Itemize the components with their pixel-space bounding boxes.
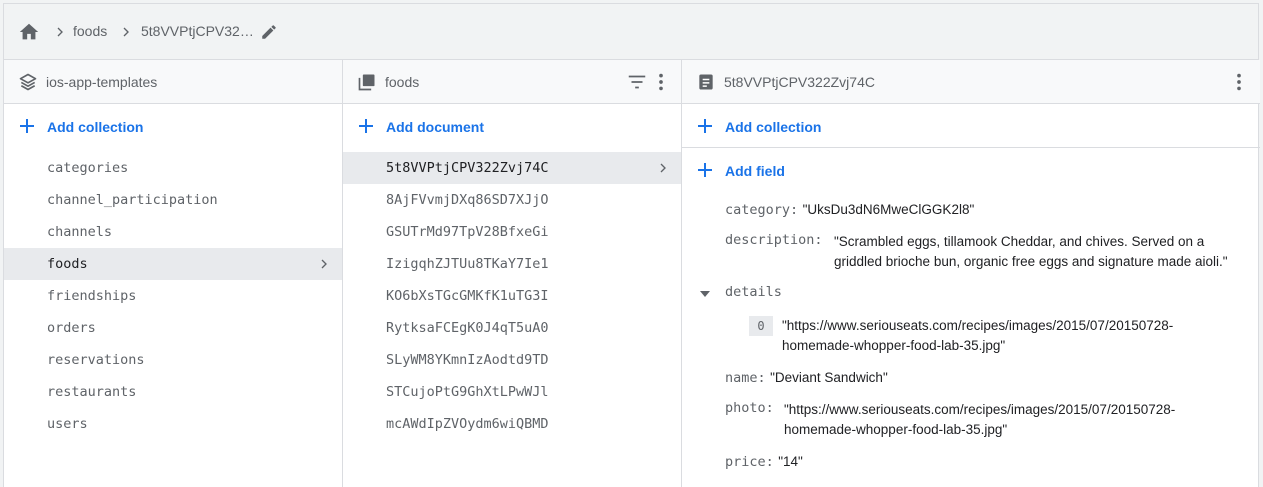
collection-item[interactable]: friendships <box>4 280 342 312</box>
document-item[interactable]: STCujoPtG9GhXtLPwWJl <box>343 376 681 408</box>
collection-item[interactable]: categories <box>4 152 342 184</box>
field-value: "https://www.seriouseats.com/recipes/ima… <box>784 402 1176 417</box>
document-id: GSUTrMd97TpV28BfxeGi <box>386 224 549 240</box>
field-key: description: <box>725 232 823 248</box>
document-item[interactable]: GSUTrMd97TpV28BfxeGi <box>343 216 681 248</box>
document-item[interactable]: SLyWM8YKmnIzAodtd9TD <box>343 344 681 376</box>
collection-panel: foods Add document 5t8VVPtjCPV322Zvj74C … <box>343 60 682 487</box>
breadcrumb-foods[interactable]: foods <box>73 23 107 39</box>
document-item[interactable]: KO6bXsTGcGMKfK1uTG3I <box>343 280 681 312</box>
collection-name: friendships <box>47 288 137 304</box>
collection-name: categories <box>47 160 129 176</box>
breadcrumb: foods 5t8VVPtjCPV32… <box>4 4 1258 60</box>
collection-item[interactable]: reservations <box>4 344 342 376</box>
project-panel: ios-app-templates Add collection categor… <box>4 60 343 487</box>
add-document-label: Add document <box>386 119 484 135</box>
chevron-right-icon <box>57 27 63 37</box>
add-field-button[interactable]: Add field <box>682 148 1260 192</box>
collection-item[interactable]: restaurants <box>4 376 342 408</box>
field-key: price: <box>725 454 774 470</box>
project-title: ios-app-templates <box>46 74 158 90</box>
collection-item[interactable]: channels <box>4 216 342 248</box>
collection-name: reservations <box>47 352 145 368</box>
chevron-right-icon <box>123 27 129 37</box>
breadcrumb-document[interactable]: 5t8VVPtjCPV32… <box>141 23 254 39</box>
document-id: IzigqhZJTUu8TKaY7Ie1 <box>386 256 549 272</box>
add-document-button[interactable]: Add document <box>343 104 681 148</box>
field-value-cont: griddled brioche bun, organic free eggs … <box>834 254 1228 269</box>
field-value: "Scrambled eggs, tillamook Cheddar, and … <box>834 234 1205 249</box>
plus-icon <box>698 119 712 133</box>
document-item[interactable]: mcAWdIpZVOydm6wiQBMD <box>343 408 681 440</box>
field-key: name: <box>725 370 766 386</box>
collection-name: orders <box>47 320 96 336</box>
document-header: 5t8VVPtjCPV322Zvj74C <box>682 60 1260 104</box>
field-key: photo: <box>725 400 774 416</box>
field-value: "https://www.seriouseats.com/recipes/ima… <box>782 318 1174 333</box>
document-id: 8AjFVvmjDXq86SD7XJjO <box>386 192 549 208</box>
collection-item[interactable]: users <box>4 408 342 440</box>
document-icon <box>699 74 713 90</box>
chevron-right-icon <box>660 163 666 173</box>
more-vert-icon[interactable] <box>1228 71 1250 93</box>
collection-name: users <box>47 416 88 432</box>
document-id: mcAWdIpZVOydm6wiQBMD <box>386 416 549 432</box>
collection-name: restaurants <box>47 384 137 400</box>
field-category[interactable]: category: "UksDu3dN6MweClGGK2l8" <box>725 200 974 220</box>
home-icon[interactable] <box>18 21 40 43</box>
expand-caret-icon[interactable] <box>698 287 712 301</box>
collection-name: channel_participation <box>47 192 218 208</box>
plus-icon <box>359 119 373 133</box>
collection-title: foods <box>385 74 420 90</box>
field-key: details <box>725 284 782 300</box>
filter-icon[interactable] <box>626 71 648 93</box>
field-value-cont: homemade-whopper-food-lab-35.jpg" <box>782 338 1006 353</box>
document-panel: 5t8VVPtjCPV322Zvj74C Add collection Add … <box>682 60 1260 487</box>
document-item[interactable]: 8AjFVvmjDXq86SD7XJjO <box>343 184 681 216</box>
collection-name: foods <box>47 256 88 272</box>
chevron-right-icon <box>321 259 327 269</box>
plus-icon <box>698 163 712 177</box>
document-id: SLyWM8YKmnIzAodtd9TD <box>386 352 549 368</box>
project-header: ios-app-templates <box>4 60 342 104</box>
document-id: KO6bXsTGcGMKfK1uTG3I <box>386 288 549 304</box>
document-id: STCujoPtG9GhXtLPwWJl <box>386 384 549 400</box>
add-field-label: Add field <box>725 163 785 179</box>
layers-icon <box>19 73 37 91</box>
add-collection-button[interactable]: Add collection <box>4 104 342 148</box>
field-key: category: <box>725 202 799 218</box>
field-value-cont: homemade-whopper-food-lab-35.jpg" <box>784 422 1008 437</box>
document-title: 5t8VVPtjCPV322Zvj74C <box>724 74 875 90</box>
firestore-console: foods 5t8VVPtjCPV32… ios-app-templates A… <box>3 3 1260 487</box>
add-collection-label: Add collection <box>47 119 144 135</box>
field-price[interactable]: price: "14" <box>725 452 803 472</box>
document-item[interactable]: IzigqhZJTUu8TKaY7Ie1 <box>343 248 681 280</box>
field-value: "Deviant Sandwich" <box>770 370 888 385</box>
document-item[interactable]: RytksaFCEgK0J4qT5uA0 <box>343 312 681 344</box>
collection-icon <box>358 74 375 91</box>
document-item-selected[interactable]: 5t8VVPtjCPV322Zvj74C <box>343 152 681 184</box>
field-value: "UksDu3dN6MweClGGK2l8" <box>802 202 975 217</box>
collection-header: foods <box>343 60 681 104</box>
collection-item[interactable]: orders <box>4 312 342 344</box>
field-name[interactable]: name: "Deviant Sandwich" <box>725 368 888 388</box>
plus-icon <box>20 119 34 133</box>
more-vert-icon[interactable] <box>650 71 672 93</box>
add-subcollection-button[interactable]: Add collection <box>682 104 1260 148</box>
edit-icon[interactable] <box>260 23 278 41</box>
document-id: RytksaFCEgK0J4qT5uA0 <box>386 320 549 336</box>
document-id: 5t8VVPtjCPV322Zvj74C <box>386 160 549 176</box>
collection-item-selected[interactable]: foods <box>4 248 342 280</box>
collection-name: channels <box>47 224 113 240</box>
array-index: 0 <box>749 316 773 336</box>
field-value: "14" <box>778 454 803 469</box>
add-subcollection-label: Add collection <box>725 119 822 135</box>
collection-item[interactable]: channel_participation <box>4 184 342 216</box>
